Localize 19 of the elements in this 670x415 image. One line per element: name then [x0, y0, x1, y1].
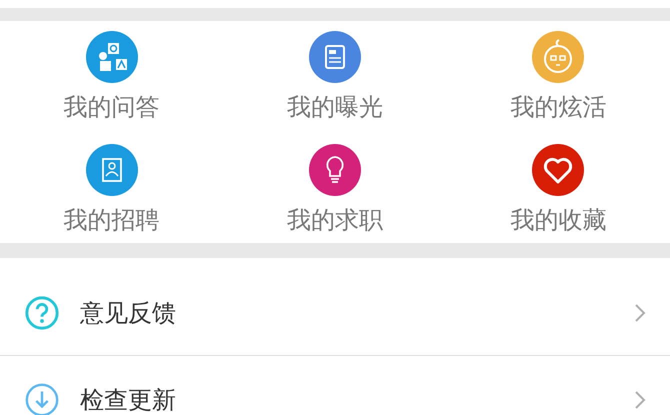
menu-row[interactable]: 检查更新 [0, 356, 670, 414]
shortcut-label[interactable]: 我的招聘 [64, 202, 160, 238]
menu-row[interactable]: 意见反馈 [0, 258, 670, 356]
baby-face-icon[interactable] [532, 31, 584, 83]
download-icon [24, 382, 60, 415]
shortcut-label[interactable]: 我的问答 [64, 89, 160, 125]
shortcut-label[interactable]: 我的曝光 [286, 89, 383, 125]
shortcut-label[interactable]: 我的炫活 [510, 89, 606, 125]
qa-icon[interactable] [86, 31, 138, 83]
chevron-right-icon [634, 303, 646, 323]
menu-label: 检查更新 [80, 385, 177, 415]
shortcut-label[interactable]: 我的收藏 [510, 202, 606, 238]
contact-card-icon[interactable] [86, 144, 138, 196]
lightbulb-icon[interactable] [308, 144, 361, 196]
chevron-right-icon [634, 390, 646, 410]
shortcut-label[interactable]: 我的求职 [286, 202, 383, 238]
document-icon[interactable] [308, 31, 361, 83]
menu-label: 意见反馈 [80, 298, 177, 328]
help-icon [24, 295, 60, 331]
